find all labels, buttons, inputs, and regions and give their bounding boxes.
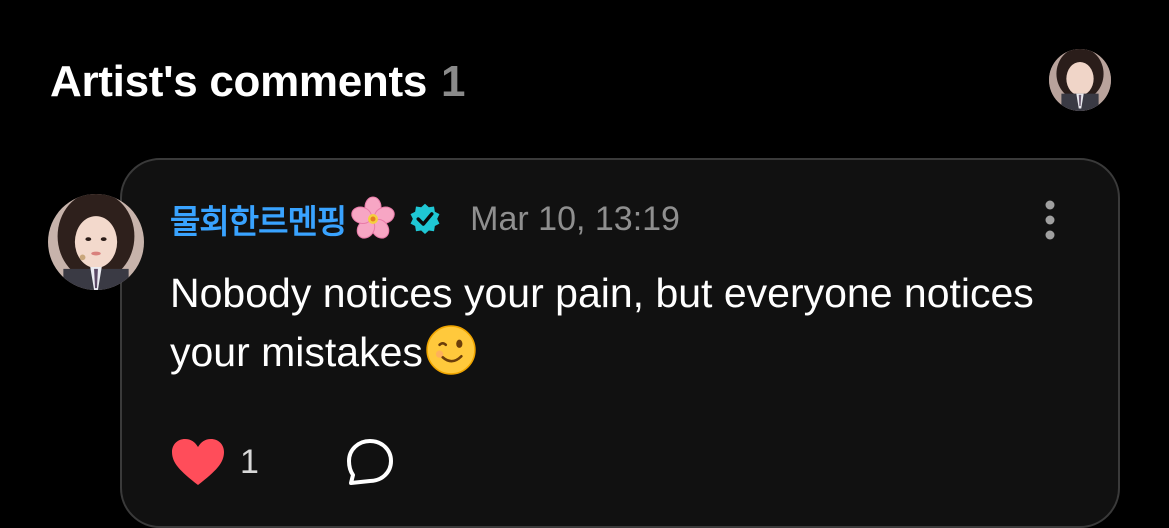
comment-body: Nobody notices your pain, but everyone n…: [170, 264, 1050, 382]
winking-face-icon: [426, 325, 476, 375]
comment-count: 1: [441, 57, 466, 106]
comment-text: Nobody notices your pain, but everyone n…: [170, 270, 1034, 375]
heart-icon[interactable]: [170, 437, 226, 487]
section-header: Artist's comments 1: [50, 52, 466, 112]
commenter-avatar[interactable]: [48, 194, 144, 290]
comment-actions: 1: [170, 434, 395, 490]
verified-badge-icon: [410, 203, 440, 235]
header-avatar[interactable]: [1049, 49, 1111, 111]
like-count: 1: [240, 442, 259, 481]
comment-timestamp: Mar 10, 13:19: [470, 199, 680, 238]
section-title: Artist's comments: [50, 57, 428, 106]
comment-meta: 물회한르멘핑 Mar 10, 13:19: [170, 196, 680, 242]
cherry-blossom-icon: [351, 196, 395, 239]
profile-avatar-icon: [1049, 49, 1111, 111]
profile-avatar-icon: [48, 194, 144, 290]
vertical-ellipsis-icon[interactable]: [1040, 198, 1060, 242]
comment-bubble-icon[interactable]: [345, 437, 395, 487]
author-name[interactable]: 물회한르멘핑: [170, 195, 347, 243]
